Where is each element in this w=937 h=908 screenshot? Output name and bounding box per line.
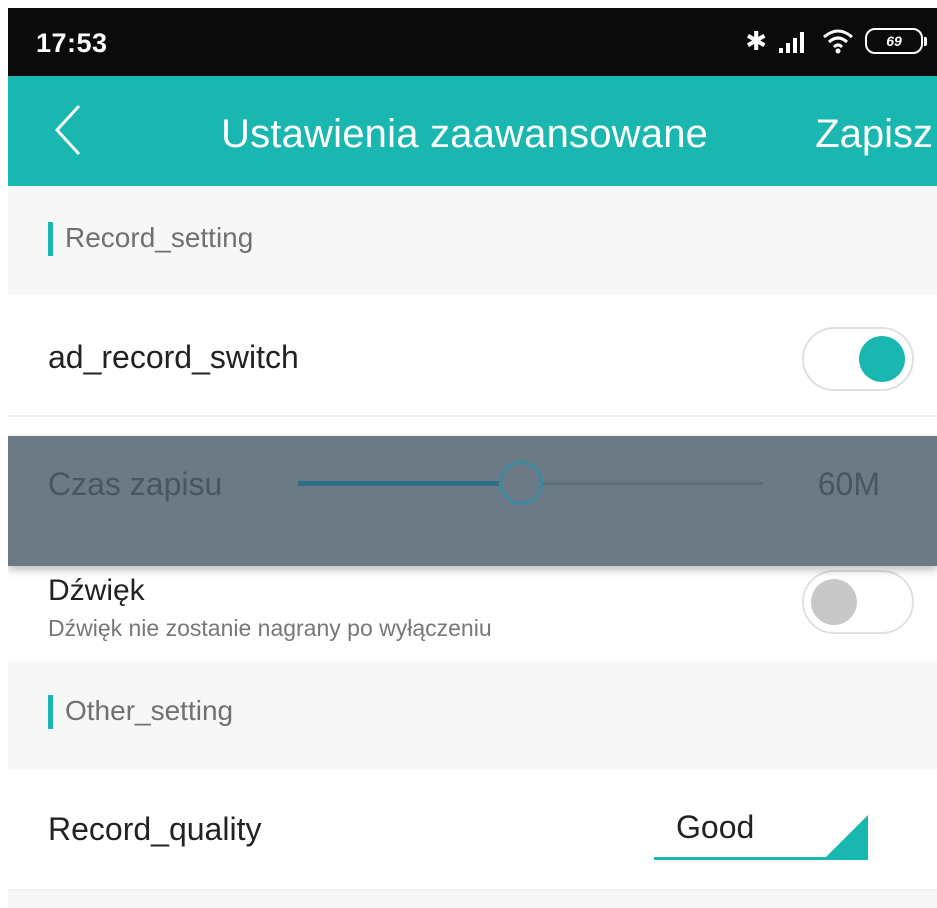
toggle-knob: [811, 579, 857, 625]
save-button[interactable]: Zapisz: [815, 112, 933, 157]
record-quality-label: Record_quality: [48, 811, 262, 847]
ad-record-label: ad_record_switch: [48, 339, 299, 375]
bluetooth-icon: ✱: [745, 26, 767, 56]
battery-level: 69: [886, 33, 902, 49]
record-quality-row[interactable]: Record_quality Good: [8, 769, 937, 889]
app-screen: 17:53 ✱ 69 Ustawienia zaawansowane Zapis…: [8, 8, 937, 908]
toggle-knob: [859, 336, 905, 382]
sound-description: Dźwięk nie zostanie nagrany po wyłączeni…: [48, 615, 492, 641]
record-time-label: Czas zapisu: [48, 466, 223, 502]
dropdown-underline: [654, 857, 868, 860]
slider-fill: [298, 481, 521, 486]
chevron-left-icon: [54, 104, 81, 156]
record-time-slider[interactable]: [298, 461, 763, 505]
sound-label: Dźwięk: [48, 574, 145, 607]
status-time: 17:53: [36, 28, 108, 58]
ad-record-row: ad_record_switch: [8, 295, 937, 415]
record-time-value: 60M: [817, 466, 880, 502]
slider-thumb[interactable]: [499, 461, 543, 505]
section-accent-bar: [48, 222, 53, 256]
record-time-panel: Czas zapisu 60M: [8, 436, 937, 566]
sound-toggle[interactable]: [802, 570, 914, 634]
app-header: Ustawienia zaawansowane Zapisz: [8, 76, 937, 186]
ad-record-toggle[interactable]: [802, 327, 914, 391]
section-title-record: Record_setting: [65, 222, 254, 253]
signal-icon: [779, 32, 804, 53]
page-title: Ustawienia zaawansowane: [221, 112, 709, 156]
back-button[interactable]: [38, 100, 98, 160]
section-header-other: Other_setting: [8, 661, 937, 769]
battery-icon: 69: [865, 28, 927, 54]
wifi-icon: [823, 29, 853, 54]
section-accent-bar: [48, 695, 53, 729]
status-icons: ✱ 69: [745, 24, 927, 58]
record-quality-value[interactable]: Good: [676, 809, 754, 846]
section-header-record: Record_setting: [8, 186, 937, 294]
row-divider: [8, 889, 937, 891]
section-title-other: Other_setting: [65, 695, 234, 726]
dropdown-arrow-icon[interactable]: [826, 815, 868, 857]
status-bar: 17:53 ✱ 69: [8, 8, 937, 76]
